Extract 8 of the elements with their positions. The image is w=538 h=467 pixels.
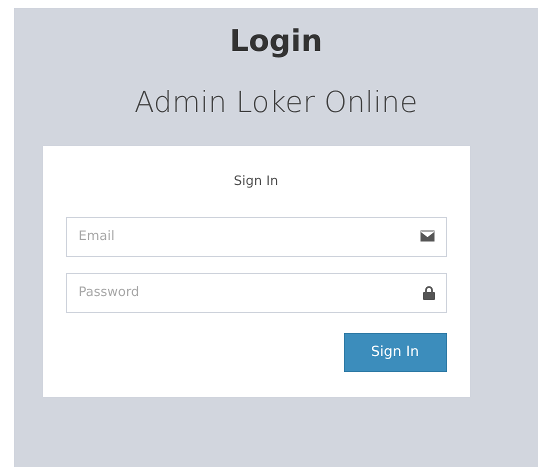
password-field[interactable]: Password bbox=[66, 272, 446, 312]
lock-icon bbox=[422, 286, 434, 300]
sign-in-heading: Sign In bbox=[232, 173, 280, 191]
envelope-icon bbox=[420, 230, 434, 242]
app-name: Admin Loker Online bbox=[134, 84, 418, 121]
sign-in-button[interactable]: Sign In bbox=[344, 332, 446, 372]
email-field[interactable]: Email bbox=[66, 216, 446, 256]
login-title: Login bbox=[230, 23, 322, 61]
